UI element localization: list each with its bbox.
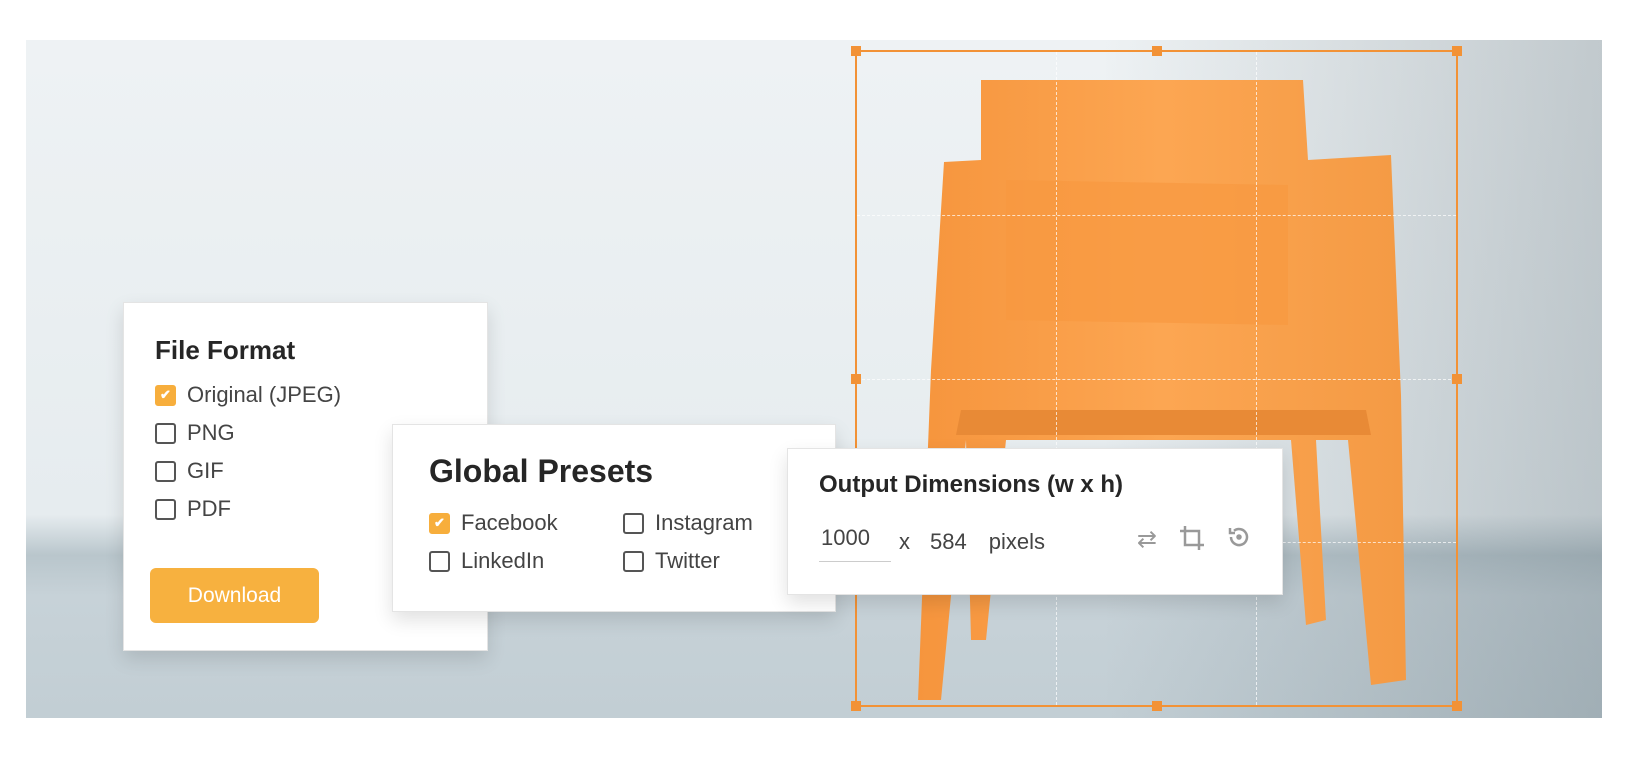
width-input[interactable]: 1000 bbox=[819, 521, 891, 562]
crop-handle[interactable] bbox=[1452, 373, 1462, 384]
checkbox-icon bbox=[623, 512, 644, 534]
global-presets-panel: Global Presets ✔ Facebook Instagram Linke… bbox=[392, 424, 836, 612]
crop-handle[interactable] bbox=[1151, 701, 1162, 711]
checkbox-icon bbox=[623, 550, 644, 572]
crop-handle[interactable] bbox=[851, 46, 861, 56]
height-value[interactable]: 584 bbox=[930, 529, 967, 555]
crop-box[interactable] bbox=[851, 46, 1462, 711]
crop-handle[interactable] bbox=[1452, 701, 1462, 711]
checkbox-icon bbox=[155, 422, 176, 444]
checkbox-facebook[interactable]: ✔ Facebook bbox=[429, 504, 623, 542]
checkbox-icon bbox=[429, 550, 450, 572]
download-button[interactable]: Download bbox=[150, 568, 319, 623]
checkbox-twitter[interactable]: Twitter bbox=[623, 542, 783, 580]
checkbox-checked-icon: ✔ bbox=[429, 512, 450, 534]
panel-title: Output Dimensions (w x h) bbox=[819, 471, 1123, 498]
reset-icon[interactable] bbox=[1227, 525, 1251, 558]
checkbox-checked-icon: ✔ bbox=[155, 384, 176, 406]
checkbox-icon bbox=[155, 498, 176, 520]
crop-handle[interactable] bbox=[1452, 46, 1462, 56]
checkbox-icon bbox=[155, 460, 176, 482]
crop-icon[interactable] bbox=[1179, 525, 1205, 558]
checkbox-instagram[interactable]: Instagram bbox=[623, 504, 783, 542]
output-dimensions-panel: Output Dimensions (w x h) 1000 x 584 pix… bbox=[787, 448, 1283, 595]
checkbox-original[interactable]: ✔ Original (JPEG) bbox=[155, 376, 456, 414]
crop-handle[interactable] bbox=[1151, 46, 1162, 56]
swap-icon[interactable]: ⇄ bbox=[1137, 525, 1157, 558]
panel-title: File Format bbox=[155, 335, 296, 365]
crop-handle[interactable] bbox=[851, 373, 861, 384]
panel-title: Global Presets bbox=[429, 453, 654, 489]
checkbox-linkedin[interactable]: LinkedIn bbox=[429, 542, 623, 580]
crop-handle[interactable] bbox=[851, 701, 861, 711]
